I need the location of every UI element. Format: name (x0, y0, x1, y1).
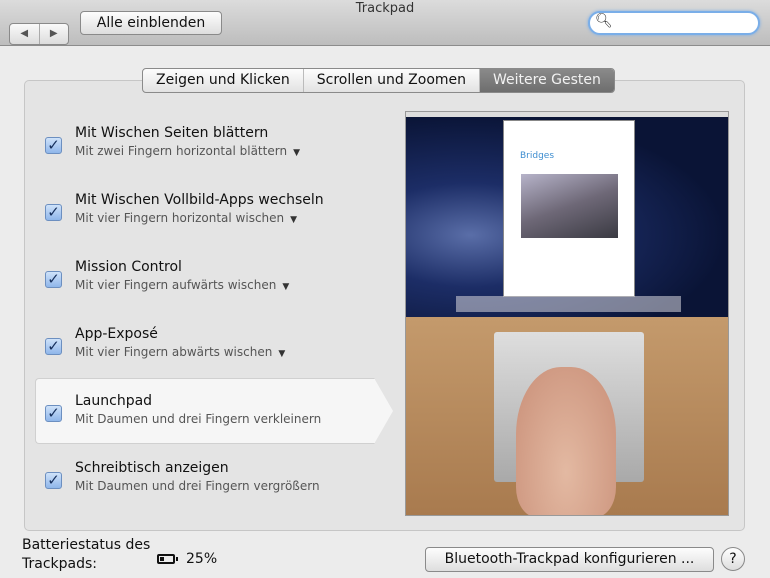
gesture-subtitle: Mit Daumen und drei Fingern verkleinern (75, 412, 322, 426)
gesture-subtitle: Mit zwei Fingern horizontal blättern (75, 144, 288, 158)
configure-bluetooth-trackpad-button[interactable]: Bluetooth-Trackpad konfigurieren ... (425, 547, 714, 572)
checkbox[interactable]: ✓ (45, 204, 62, 221)
battery-label: Batteriestatus des (22, 537, 151, 553)
hand-image (516, 367, 616, 515)
search-icon: 🔍︎ (595, 13, 613, 29)
gesture-title: Mit Wischen Vollbild-Apps wechseln (75, 192, 324, 208)
gesture-option-dropdown[interactable]: Mit vier Fingern aufwärts wischen ▼ (75, 278, 289, 292)
forward-button[interactable]: ▶ (40, 24, 69, 44)
checkbox[interactable]: ✓ (45, 137, 62, 154)
selected-item-arrow (374, 378, 393, 444)
chevron-down-icon: ▼ (290, 215, 298, 225)
document-title: Bridges (520, 151, 555, 161)
battery-icon (157, 554, 178, 564)
dock (456, 296, 681, 312)
chevron-down-icon: ▼ (293, 148, 300, 158)
gesture-title: Mit Wischen Seiten blättern (75, 125, 269, 141)
checkbox[interactable]: ✓ (45, 405, 62, 422)
desk-table (406, 317, 728, 515)
gesture-option-dropdown[interactable]: Mit vier Fingern horizontal wischen ▼ (75, 211, 297, 225)
nav-buttons: ◀ ▶ (9, 23, 69, 45)
tab-more-gestures[interactable]: Weitere Gesten (480, 69, 614, 92)
gesture-subtitle: Mit vier Fingern horizontal wischen (75, 211, 285, 225)
gesture-subtitle: Mit Daumen und drei Fingern vergrößern (75, 479, 320, 493)
checkbox[interactable]: ✓ (45, 271, 62, 288)
desktop-screen: Bridges (406, 112, 728, 317)
tab-point-click[interactable]: Zeigen und Klicken (143, 69, 304, 92)
selected-item-highlight (35, 378, 375, 444)
chevron-down-icon: ▼ (282, 282, 290, 292)
help-button[interactable]: ? (721, 547, 745, 571)
search-input[interactable]: 🔍︎ (588, 11, 760, 35)
gesture-title: Schreibtisch anzeigen (75, 460, 229, 476)
gesture-title: Mission Control (75, 259, 182, 275)
show-all-button[interactable]: Alle einblenden (80, 11, 222, 35)
gesture-option-dropdown[interactable]: Mit vier Fingern abwärts wischen ▼ (75, 345, 285, 359)
gesture-option-dropdown[interactable]: Mit zwei Fingern horizontal blättern ▼ (75, 144, 300, 158)
menu-bar (406, 112, 728, 117)
bridge-photo (521, 174, 618, 238)
battery-value: 25% (186, 551, 218, 567)
document-window: Bridges (503, 120, 635, 297)
gesture-title: App-Exposé (75, 326, 158, 342)
back-button[interactable]: ◀ (10, 24, 40, 44)
checkbox[interactable]: ✓ (45, 338, 62, 355)
battery-label-2: Trackpads: (22, 556, 97, 572)
chevron-down-icon: ▼ (278, 349, 286, 359)
tab-scroll-zoom[interactable]: Scrollen und Zoomen (304, 69, 481, 92)
gesture-preview-video: Bridges (405, 111, 729, 516)
gesture-subtitle: Mit vier Fingern aufwärts wischen (75, 278, 277, 292)
tab-bar: Zeigen und Klicken Scrollen und Zoomen W… (142, 68, 615, 93)
gesture-subtitle: Mit vier Fingern abwärts wischen (75, 345, 273, 359)
checkbox[interactable]: ✓ (45, 472, 62, 489)
gesture-title: Launchpad (75, 393, 153, 409)
